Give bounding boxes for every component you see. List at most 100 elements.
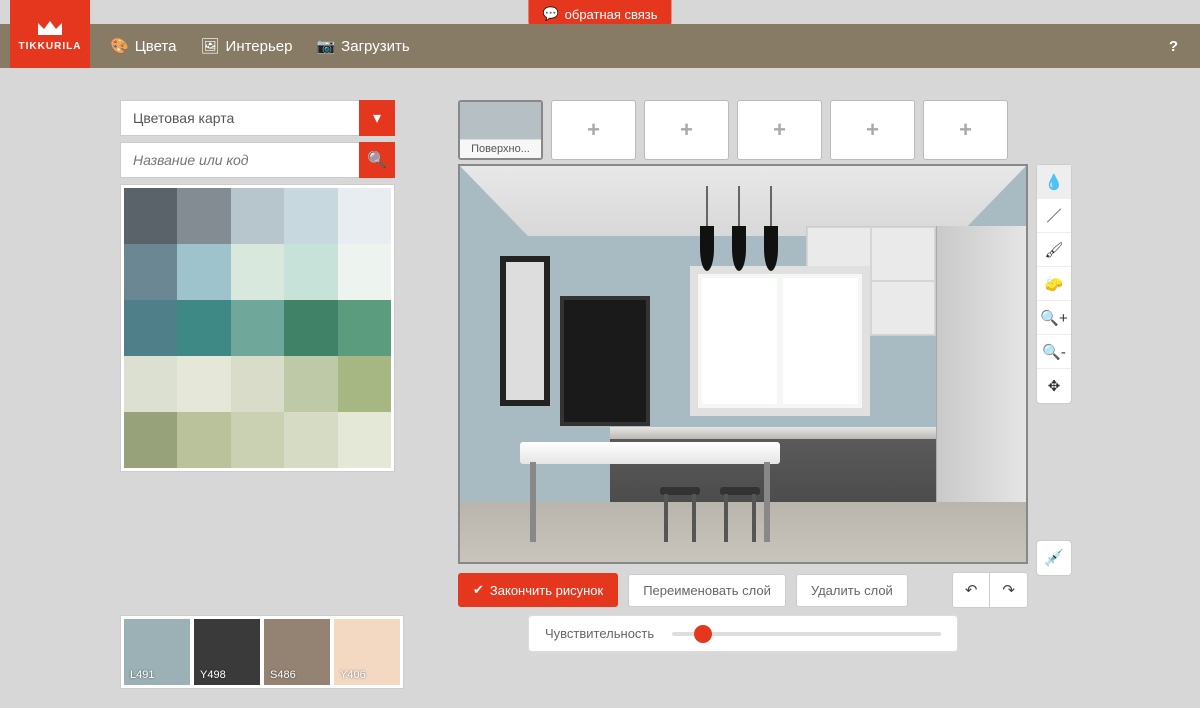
surface-tab-add[interactable]: + (644, 100, 729, 160)
plus-icon: + (831, 101, 914, 159)
slider-thumb[interactable] (694, 625, 712, 643)
tool-zoom-out[interactable]: 🔍- (1037, 335, 1071, 369)
move-icon: ✥ (1048, 377, 1061, 395)
selected-colors: L491 Y498 S486 Y406 (120, 615, 404, 689)
rename-layer-button[interactable]: Переименовать слой (628, 574, 786, 607)
color-panel: Цветовая карта ▾ 🔍 (120, 100, 395, 472)
color-swatch[interactable] (284, 300, 337, 356)
brand-logo[interactable]: TIKKURILA (10, 0, 90, 68)
sensitivity-label: Чувствительность (545, 626, 654, 641)
window (690, 266, 870, 416)
tool-line[interactable]: ／ (1037, 199, 1071, 233)
swatch-code: S486 (270, 669, 296, 681)
nav-colors[interactable]: 🎨 Цвета (110, 37, 176, 55)
help-button[interactable]: ? (1169, 38, 1178, 55)
color-swatch[interactable] (338, 244, 391, 300)
color-swatch[interactable] (231, 188, 284, 244)
color-swatch[interactable] (338, 300, 391, 356)
brush-icon: 🖌 (1044, 241, 1063, 259)
nav-interior-label: Интерьер (226, 38, 293, 55)
swatch-code: Y406 (340, 669, 366, 681)
color-map-dropdown[interactable]: Цветовая карта (120, 100, 359, 136)
undo-icon: ↶ (965, 582, 978, 599)
search-button[interactable]: 🔍 (359, 142, 395, 178)
color-swatch[interactable] (177, 300, 230, 356)
tool-brush[interactable]: 🖌 (1037, 233, 1071, 267)
selected-swatch[interactable]: Y406 (334, 619, 400, 685)
surface-tabs: Поверхно... + + + + + (458, 100, 1008, 160)
nav-interior[interactable]: 🖼 Интерьер (200, 37, 292, 55)
redo-button[interactable]: ↷ (990, 573, 1027, 607)
droplet-icon: 💧 (1045, 173, 1064, 191)
color-swatch[interactable] (231, 412, 284, 468)
dropdown-toggle[interactable]: ▾ (359, 100, 395, 136)
color-palette (120, 184, 395, 472)
color-swatch[interactable] (284, 188, 337, 244)
color-swatch[interactable] (177, 356, 230, 412)
action-bar: ✔ Закончить рисунок Переименовать слой У… (458, 572, 1028, 608)
swatch-code: L491 (130, 669, 154, 681)
stool (720, 487, 760, 542)
undo-redo-group: ↶ ↷ (952, 572, 1028, 608)
selected-swatch[interactable]: L491 (124, 619, 190, 685)
color-swatch[interactable] (177, 412, 230, 468)
color-swatch[interactable] (284, 356, 337, 412)
color-swatch[interactable] (177, 188, 230, 244)
plus-icon: + (738, 101, 821, 159)
delete-layer-button[interactable]: Удалить слой (796, 574, 908, 607)
tool-eraser[interactable]: 🧽 (1037, 267, 1071, 301)
room-canvas[interactable] (458, 164, 1028, 564)
nav-upload[interactable]: 📷 Загрузить (316, 37, 409, 55)
color-swatch[interactable] (231, 300, 284, 356)
undo-button[interactable]: ↶ (953, 573, 991, 607)
oven (560, 296, 650, 426)
zoom-in-icon: 🔍+ (1040, 309, 1067, 327)
selected-swatch[interactable]: Y498 (194, 619, 260, 685)
comment-icon: 💬 (542, 6, 558, 22)
color-swatch[interactable] (284, 412, 337, 468)
picture-frame (500, 256, 550, 406)
tool-move[interactable]: ✥ (1037, 369, 1071, 403)
color-swatch[interactable] (231, 244, 284, 300)
pendant-lamps (700, 226, 778, 271)
image-icon: 🖼 (200, 37, 219, 55)
zoom-out-icon: 🔍- (1042, 343, 1066, 361)
color-swatch[interactable] (231, 356, 284, 412)
plus-icon: + (552, 101, 635, 159)
color-swatch[interactable] (124, 300, 177, 356)
color-swatch[interactable] (284, 244, 337, 300)
surface-tab-add[interactable]: + (551, 100, 636, 160)
finish-drawing-button[interactable]: ✔ Закончить рисунок (458, 573, 618, 607)
surface-tab-active[interactable]: Поверхно... (458, 100, 543, 160)
color-swatch[interactable] (124, 412, 177, 468)
redo-icon: ↷ (1002, 582, 1015, 599)
feedback-label: обратная связь (565, 7, 658, 22)
check-icon: ✔ (473, 582, 484, 598)
surface-tab-add[interactable]: + (830, 100, 915, 160)
color-swatch[interactable] (338, 412, 391, 468)
stool (660, 487, 700, 542)
color-swatch[interactable] (338, 188, 391, 244)
sensitivity-control: Чувствительность (528, 615, 958, 652)
color-swatch[interactable] (177, 244, 230, 300)
tool-fill[interactable]: 💧 (1037, 165, 1071, 199)
color-swatch[interactable] (124, 356, 177, 412)
surface-tab-add[interactable]: + (923, 100, 1008, 160)
sensitivity-slider[interactable] (672, 632, 941, 636)
tool-eyedropper[interactable]: 💉 (1036, 540, 1072, 576)
color-swatch[interactable] (124, 244, 177, 300)
chevron-down-icon: ▾ (373, 108, 381, 128)
top-nav: TIKKURILA 🎨 Цвета 🖼 Интерьер 📷 Загрузить… (0, 24, 1200, 68)
palette-icon: 🎨 (110, 37, 129, 55)
tool-zoom-in[interactable]: 🔍+ (1037, 301, 1071, 335)
swatch-code: Y498 (200, 669, 226, 681)
color-search-input[interactable] (120, 142, 359, 178)
nav-upload-label: Загрузить (341, 38, 410, 55)
eyedropper-icon: 💉 (1044, 548, 1064, 568)
surface-label: Поверхно... (460, 139, 541, 158)
tool-toolbar: 💧 ／ 🖌 🧽 🔍+ 🔍- ✥ (1036, 164, 1072, 404)
color-swatch[interactable] (124, 188, 177, 244)
selected-swatch[interactable]: S486 (264, 619, 330, 685)
surface-tab-add[interactable]: + (737, 100, 822, 160)
color-swatch[interactable] (338, 356, 391, 412)
